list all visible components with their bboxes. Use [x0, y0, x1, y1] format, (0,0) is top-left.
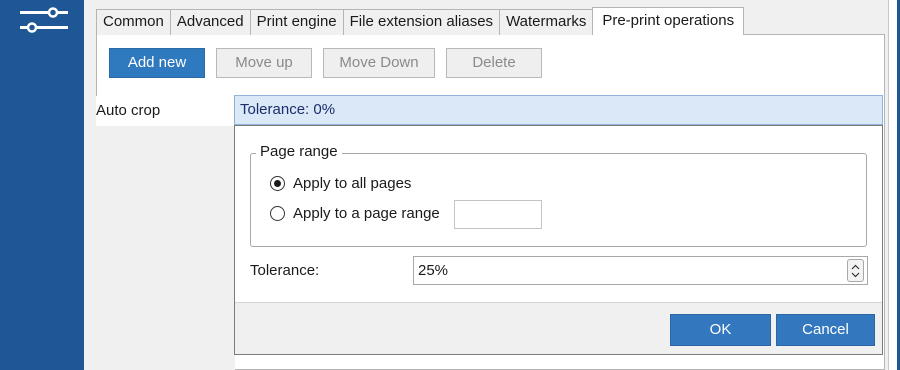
apply-page-range-label: Apply to a page range — [293, 205, 440, 222]
apply-all-pages-option[interactable]: Apply to all pages — [270, 175, 411, 192]
tolerance-spin-buttons[interactable] — [847, 259, 864, 282]
radio-checked-icon[interactable] — [270, 176, 285, 191]
move-up-button[interactable]: Move up — [216, 48, 312, 78]
tab-watermarks[interactable]: Watermarks — [499, 9, 594, 35]
list-item[interactable]: Auto crop — [96, 96, 235, 126]
tolerance-label: Tolerance: — [250, 262, 320, 279]
delete-button[interactable]: Delete — [446, 48, 542, 78]
tab-advanced[interactable]: Advanced — [169, 9, 251, 35]
tab-pre-print-operations[interactable]: Pre-print operations — [592, 7, 745, 35]
chevron-down-icon[interactable] — [851, 272, 860, 278]
settings-sliders-icon[interactable] — [18, 4, 70, 36]
cancel-button[interactable]: Cancel — [776, 314, 875, 346]
window-right-edge — [888, 0, 900, 370]
chevron-up-icon[interactable] — [851, 264, 860, 270]
tab-file-extension-aliases[interactable]: File extension aliases — [342, 9, 501, 35]
page-range-group — [250, 153, 867, 247]
sidebar — [0, 0, 84, 370]
page-range-input[interactable] — [454, 200, 542, 229]
tolerance-value[interactable]: 25% — [418, 262, 448, 279]
radio-unchecked-icon[interactable] — [270, 206, 285, 221]
page-range-title: Page range — [256, 143, 342, 161]
tolerance-stepper[interactable]: 25% — [413, 256, 868, 285]
operations-list: Auto crop — [96, 96, 235, 370]
ok-button[interactable]: OK — [670, 314, 771, 346]
apply-page-range-option[interactable]: Apply to a page range — [270, 205, 440, 222]
move-down-button[interactable]: Move Down — [323, 48, 435, 78]
operations-toolbar: Add new Move up Move Down Delete — [109, 48, 542, 78]
add-new-button[interactable]: Add new — [109, 48, 205, 78]
tab-bar: Common Advanced Print engine File extens… — [96, 7, 745, 35]
tab-common[interactable]: Common — [96, 9, 171, 35]
apply-all-pages-label: Apply to all pages — [293, 175, 412, 192]
operation-summary-row[interactable]: Tolerance: 0% — [234, 95, 883, 125]
tab-print-engine[interactable]: Print engine — [249, 9, 344, 35]
